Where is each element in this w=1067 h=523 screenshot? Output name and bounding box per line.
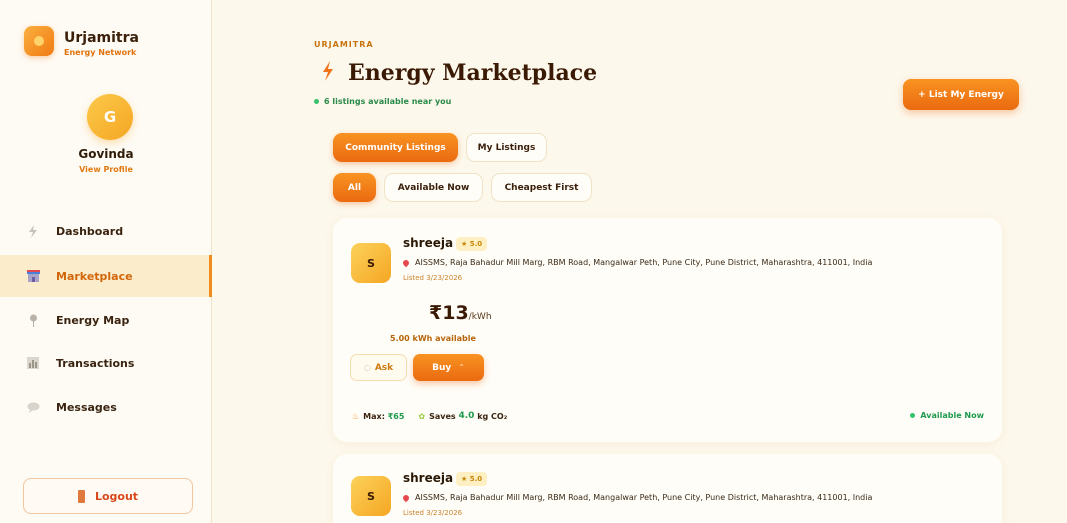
- store-icon: [26, 269, 40, 283]
- sidebar-item-label: Dashboard: [56, 224, 124, 238]
- max-label: Max:: [363, 411, 385, 421]
- page-eyebrow: URJAMITRA: [314, 40, 374, 49]
- sidebar-item-transactions[interactable]: Transactions: [0, 342, 212, 384]
- tab-community-listings[interactable]: Community Listings: [333, 133, 458, 162]
- chat-icon: [26, 400, 40, 414]
- listing-meta: ♨ Max: ₹65 ✿ Saves 4.0 kg CO₂: [352, 411, 507, 421]
- sidebar-item-label: Energy Map: [56, 313, 130, 327]
- saves-unit: kg CO₂: [477, 411, 508, 421]
- ask-button[interactable]: ◌ Ask: [350, 354, 407, 381]
- listing-card: S shreeja ★ 5.0 AISSMS, Raja Bahadur Mil…: [333, 218, 1002, 442]
- map-pin-icon: [26, 313, 40, 327]
- filter-all[interactable]: All: [333, 173, 376, 202]
- location-pin-icon: [401, 258, 411, 267]
- seller-name: shreeja: [403, 236, 454, 250]
- buy-label: Buy: [432, 362, 452, 373]
- page-title: Energy Marketplace: [348, 60, 598, 86]
- bar-chart-icon: [26, 356, 40, 370]
- price: ₹13/kWh: [429, 302, 492, 324]
- page-title-row: Energy Marketplace: [322, 60, 597, 86]
- brand-logo-icon: [24, 26, 54, 56]
- rating-badge: ★ 5.0: [456, 472, 488, 486]
- brand-name: Urjamitra: [64, 30, 139, 46]
- listed-date: Listed 3/23/2026: [403, 274, 463, 282]
- price-unit: /kWh: [468, 312, 492, 322]
- price-value: ₹13: [429, 302, 469, 324]
- status-badge: Available Now: [910, 411, 984, 420]
- buy-button[interactable]: Buy ⌃: [413, 354, 484, 381]
- sidebar-item-dashboard[interactable]: Dashboard: [0, 210, 212, 252]
- listed-date: Listed 3/23/2026: [403, 509, 463, 517]
- sidebar-item-messages[interactable]: Messages: [0, 386, 212, 428]
- status-dot-icon: [910, 413, 916, 418]
- lightning-icon: [322, 60, 334, 86]
- listing-address: AISSMS, Raja Bahadur Mill Marg, RBM Road…: [401, 258, 873, 267]
- listings-count-text: 6 listings available near you: [324, 97, 452, 106]
- profile-name: Govinda: [78, 147, 134, 161]
- seller-avatar: S: [351, 476, 391, 516]
- tab-my-listings[interactable]: My Listings: [466, 133, 547, 162]
- address-text: AISSMS, Raja Bahadur Mill Marg, RBM Road…: [415, 258, 873, 267]
- ask-label: Ask: [374, 362, 394, 373]
- logout-button[interactable]: Logout: [23, 478, 193, 514]
- filter-cheapest-first[interactable]: Cheapest First: [491, 173, 592, 202]
- address-text: AISSMS, Raja Bahadur Mill Marg, RBM Road…: [415, 493, 873, 502]
- listing-address: AISSMS, Raja Bahadur Mill Marg, RBM Road…: [401, 493, 873, 502]
- lightning-icon: [26, 224, 40, 238]
- logout-label: Logout: [94, 489, 139, 503]
- sidebar-item-label: Marketplace: [56, 269, 133, 283]
- sidebar-item-marketplace[interactable]: Marketplace: [0, 255, 212, 297]
- sidebar-item-energy-map[interactable]: Energy Map: [0, 299, 212, 341]
- listings-count: 6 listings available near you: [314, 97, 451, 106]
- avatar[interactable]: G: [87, 94, 133, 140]
- list-my-energy-button[interactable]: + List My Energy: [903, 79, 1019, 110]
- flame-icon: ♨: [352, 411, 360, 421]
- rating-badge: ★ 5.0: [456, 237, 488, 251]
- arrow-up-icon: ⌃: [458, 363, 465, 372]
- saves-value: 4.0: [458, 411, 475, 421]
- saves-label: Saves: [429, 411, 456, 421]
- listing-card: S shreeja ★ 5.0 AISSMS, Raja Bahadur Mil…: [333, 454, 1002, 523]
- live-dot-icon: [314, 99, 319, 104]
- max-value: ₹65: [387, 411, 405, 421]
- door-icon: [77, 489, 85, 503]
- location-pin-icon: [401, 493, 411, 502]
- chat-icon: ◌: [363, 363, 371, 372]
- view-profile-link[interactable]: View Profile: [0, 165, 212, 174]
- brand-tagline: Energy Network: [64, 48, 137, 57]
- sidebar-item-label: Transactions: [56, 356, 135, 370]
- brand[interactable]: Urjamitra Energy Network: [24, 26, 139, 57]
- sidebar: Urjamitra Energy Network G Govinda View …: [0, 0, 212, 523]
- filter-available-now[interactable]: Available Now: [384, 173, 483, 202]
- leaf-icon: ✿: [418, 411, 426, 421]
- sidebar-item-label: Messages: [56, 400, 117, 414]
- seller-avatar: S: [351, 243, 391, 283]
- available-quantity: 5.00 kWh available: [390, 334, 476, 343]
- seller-name: shreeja: [403, 471, 454, 485]
- status-text: Available Now: [920, 411, 984, 420]
